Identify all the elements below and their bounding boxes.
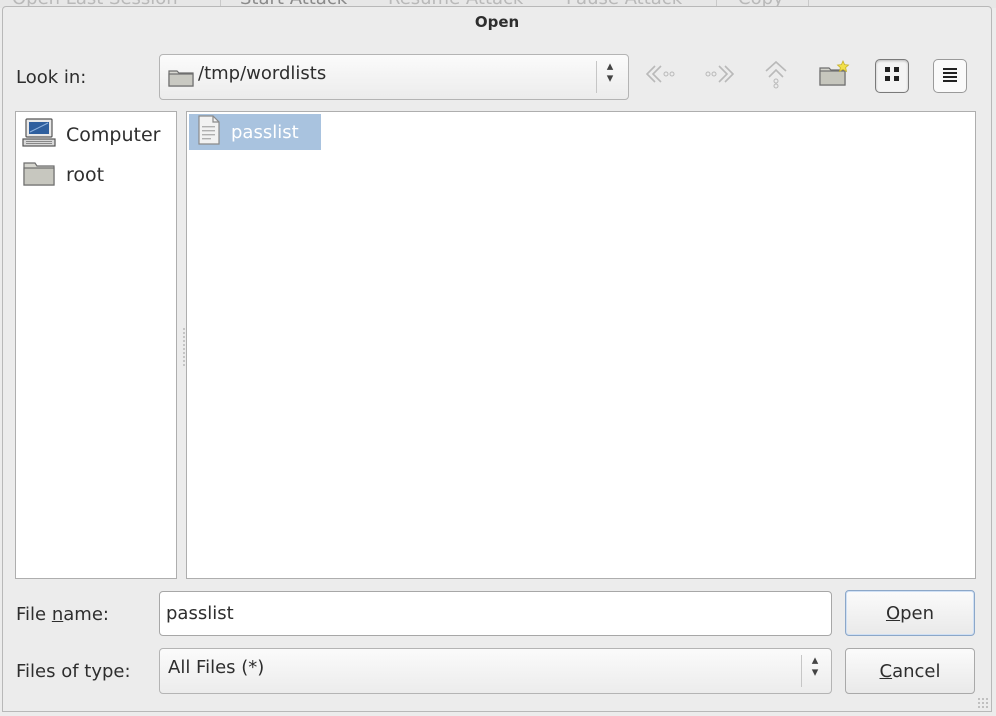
place-computer[interactable]: Computer [22,117,161,153]
folder-icon [168,67,194,91]
up-button[interactable] [759,59,793,93]
look-in-label: Look in: [16,67,87,88]
file-type-label: Files of type: [16,661,131,682]
computer-icon [22,117,66,153]
list-view-icon [940,64,960,88]
place-root[interactable]: root [22,158,104,192]
new-folder-icon [818,60,850,92]
text-file-icon [197,115,221,149]
file-name-label: File name: [16,604,109,625]
forward-button[interactable] [703,59,737,93]
back-arrow-icon [645,63,675,89]
list-view-toggle[interactable] [933,59,967,93]
back-button[interactable] [643,59,677,93]
icon-view-icon [882,64,902,88]
new-folder-button[interactable] [817,59,851,93]
open-button[interactable]: Open [845,590,975,636]
forward-arrow-icon [705,63,735,89]
updown-chevron-icon: ▴ ▾ [606,59,614,86]
file-type-value: All Files (*) [168,657,265,678]
parent-directory-icon [764,59,788,93]
resize-grip-icon[interactable] [977,697,989,709]
dialog-title: Open [474,13,520,31]
icon-view-toggle[interactable] [875,59,909,93]
folder-icon [22,159,66,192]
places-sidebar: Computer root [15,111,177,579]
look-in-value: /tmp/wordlists [198,63,327,84]
file-item-name: passlist [231,121,299,143]
file-name-field[interactable] [160,592,831,635]
updown-chevron-icon: ▴ ▾ [811,653,819,680]
look-in-combo[interactable]: /tmp/wordlists ▴ ▾ [159,54,629,100]
open-file-dialog: Open Look in: /tmp/wordlists ▴ ▾ Compute… [2,6,992,712]
file-type-combo[interactable]: All Files (*) ▴ ▾ [159,648,832,694]
cancel-button[interactable]: Cancel [845,648,975,694]
place-root-label: root [66,164,105,186]
file-name-input[interactable] [159,591,832,636]
file-list-pane: passlist [186,111,976,579]
file-item-passlist[interactable]: passlist [189,114,321,150]
place-computer-label: Computer [66,124,161,146]
